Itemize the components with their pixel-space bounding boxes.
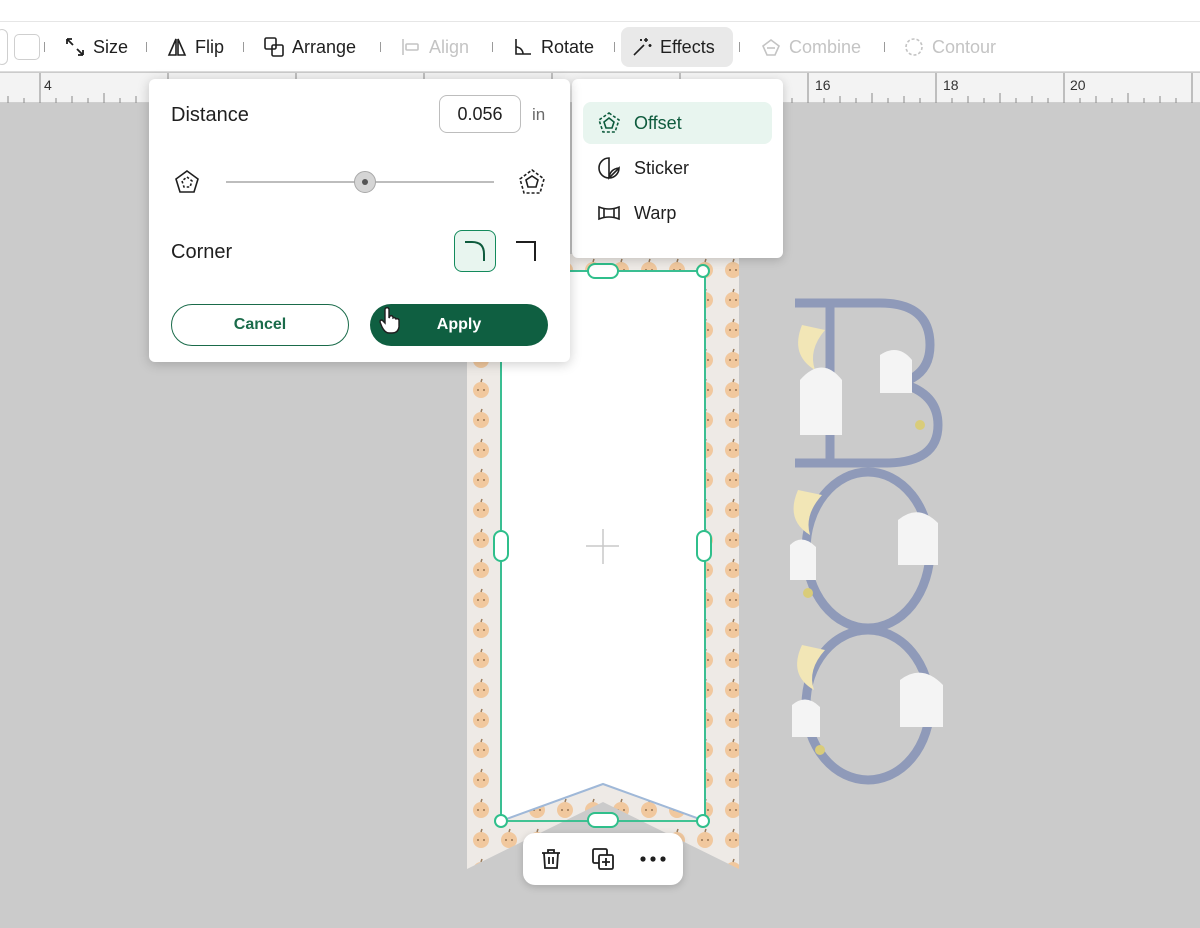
distance-input[interactable]: 0.056 bbox=[439, 95, 521, 133]
apply-label: Apply bbox=[436, 316, 482, 333]
distance-unit: in bbox=[532, 105, 546, 124]
toolbar-separator bbox=[614, 42, 615, 52]
offset-panel: Distance 0.056 in Corner Cancel Apply bbox=[149, 79, 570, 362]
offset-increase-icon bbox=[519, 169, 545, 194]
corner-square-button[interactable] bbox=[509, 234, 543, 268]
color-swatch-partial[interactable] bbox=[0, 29, 8, 65]
bottom-right-corner-handle[interactable] bbox=[696, 814, 710, 828]
effects-menu: Offset Sticker Warp bbox=[572, 79, 783, 258]
rotate-button[interactable]: Rotate bbox=[502, 27, 604, 67]
toolbar-separator bbox=[243, 42, 244, 52]
ruler-label: 16 bbox=[815, 77, 831, 93]
resize-arrows-icon bbox=[66, 38, 84, 56]
combine-button[interactable]: Combine bbox=[750, 27, 871, 67]
arrange-icon bbox=[264, 37, 284, 57]
distance-slider-thumb[interactable] bbox=[354, 171, 377, 193]
contour-icon bbox=[905, 38, 923, 56]
flip-icon bbox=[167, 38, 187, 56]
trash-icon bbox=[542, 849, 560, 869]
offset-decrease-icon bbox=[175, 170, 199, 193]
right-resize-handle[interactable] bbox=[696, 530, 712, 562]
top-right-corner-handle[interactable] bbox=[696, 264, 710, 278]
object-action-toolbar bbox=[523, 833, 683, 885]
effects-label: Effects bbox=[660, 36, 715, 57]
effects-menu-label: Offset bbox=[634, 112, 682, 133]
more-icon bbox=[640, 856, 666, 862]
distance-label: Distance bbox=[171, 104, 249, 126]
align-label: Align bbox=[429, 36, 470, 57]
offset-icon bbox=[598, 112, 620, 133]
combine-label: Combine bbox=[789, 36, 862, 57]
rotate-label: Rotate bbox=[541, 36, 595, 57]
effects-menu-item-warp[interactable]: Warp bbox=[583, 192, 772, 234]
bottom-resize-handle[interactable] bbox=[587, 812, 619, 828]
toolbar-separator bbox=[380, 42, 381, 52]
square-corner-icon bbox=[516, 241, 536, 261]
left-resize-handle[interactable] bbox=[493, 530, 509, 562]
effects-menu-label: Sticker bbox=[634, 157, 690, 178]
effects-menu-item-sticker[interactable]: Sticker bbox=[583, 147, 772, 189]
align-icon bbox=[402, 39, 419, 55]
contour-button[interactable]: Contour bbox=[893, 27, 1006, 67]
corner-label: Corner bbox=[171, 241, 233, 263]
boo-letters-image[interactable] bbox=[780, 295, 955, 785]
warp-icon bbox=[598, 205, 620, 221]
duplicate-icon bbox=[592, 848, 614, 870]
corner-rounded-button[interactable] bbox=[454, 230, 496, 272]
sticker-icon bbox=[598, 157, 620, 180]
boo-artwork bbox=[790, 298, 943, 785]
toolbar-separator bbox=[739, 42, 740, 52]
effects-menu-item-offset[interactable]: Offset bbox=[583, 102, 772, 144]
size-label: Size bbox=[93, 36, 129, 57]
toolbar-separator bbox=[44, 42, 45, 52]
cancel-button[interactable]: Cancel bbox=[171, 304, 349, 346]
size-button[interactable]: Size bbox=[54, 27, 138, 67]
contour-label: Contour bbox=[932, 36, 997, 57]
combine-icon bbox=[762, 39, 780, 56]
align-button[interactable]: Align bbox=[390, 27, 479, 67]
rounded-corner-icon bbox=[465, 241, 485, 261]
more-options-button[interactable] bbox=[639, 845, 667, 873]
delete-button[interactable] bbox=[537, 845, 565, 873]
duplicate-button[interactable] bbox=[589, 845, 617, 873]
ruler-label: 18 bbox=[943, 77, 959, 93]
toolbar-separator bbox=[884, 42, 885, 52]
top-strip bbox=[0, 0, 1200, 22]
color-swatch[interactable] bbox=[14, 34, 40, 60]
ruler-label: 4 bbox=[44, 77, 52, 93]
rotate-angle-icon bbox=[515, 39, 531, 55]
bottom-left-corner-handle[interactable] bbox=[494, 814, 508, 828]
ruler-label: 20 bbox=[1070, 77, 1086, 93]
toolbar-separator bbox=[492, 42, 493, 52]
magic-wand-icon bbox=[633, 38, 652, 56]
arrange-button[interactable]: Arrange bbox=[253, 27, 366, 67]
arrange-label: Arrange bbox=[292, 36, 357, 57]
edit-toolbar: Size Flip Arrange Align Rotate Effects C… bbox=[0, 22, 1200, 72]
flip-label: Flip bbox=[195, 36, 225, 57]
toolbar-separator bbox=[146, 42, 147, 52]
flip-button[interactable]: Flip bbox=[156, 27, 234, 67]
effects-menu-label: Warp bbox=[634, 202, 677, 223]
effects-button[interactable]: Effects bbox=[621, 27, 733, 67]
top-resize-handle[interactable] bbox=[587, 263, 619, 279]
hand-pointer-icon bbox=[379, 306, 400, 334]
